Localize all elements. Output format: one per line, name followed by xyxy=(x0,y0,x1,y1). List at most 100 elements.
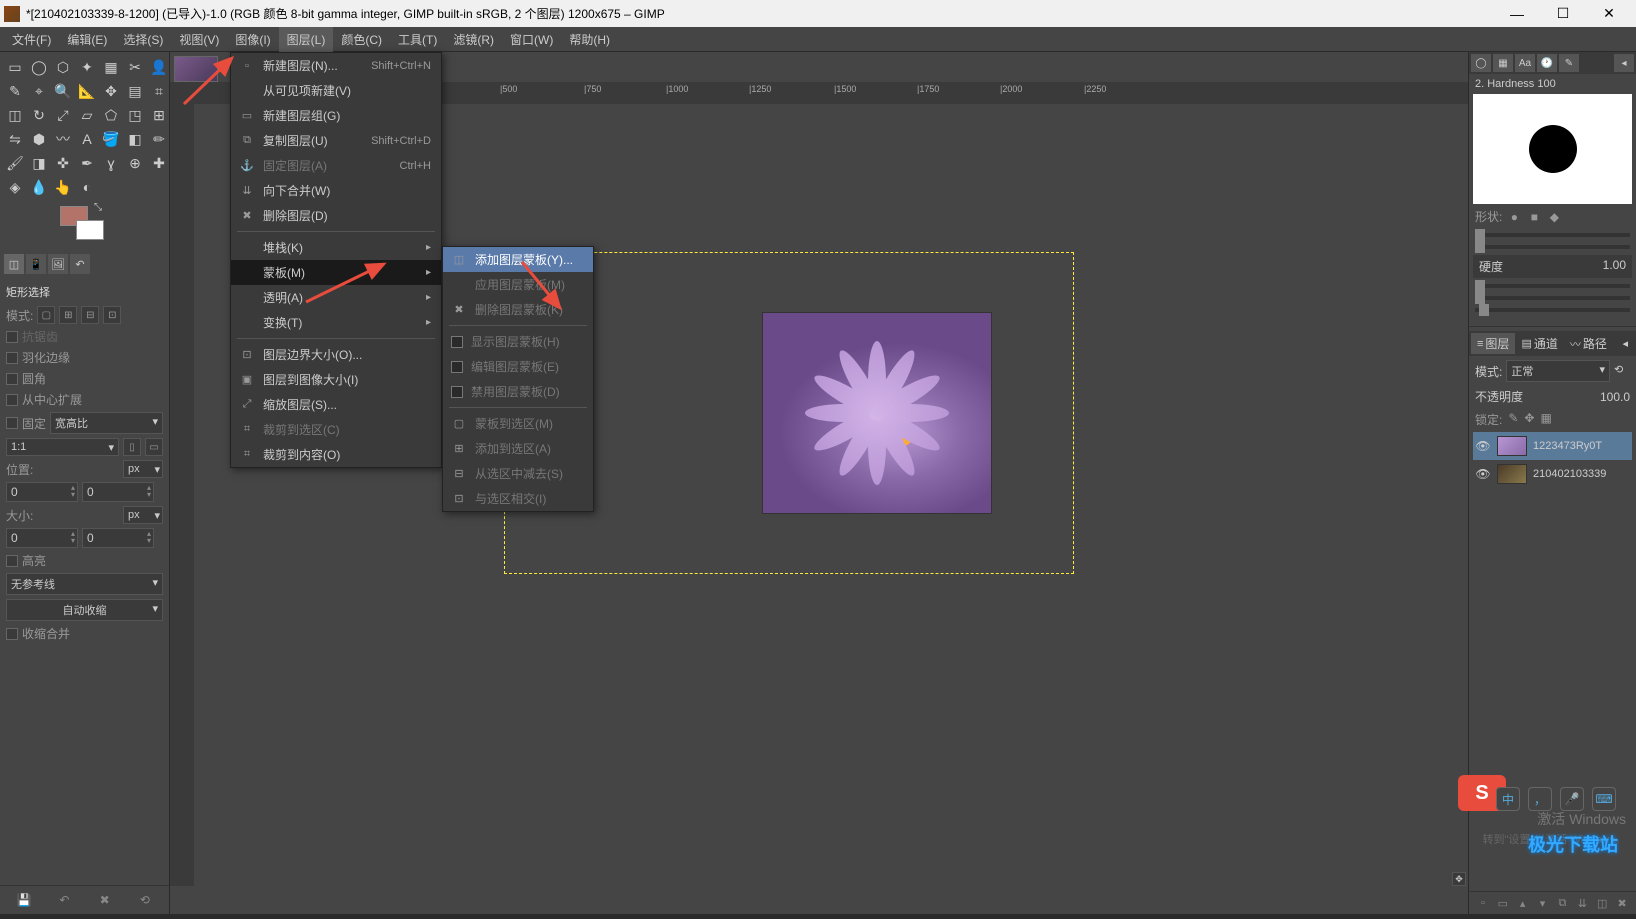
tool-foreground[interactable]: 👤 xyxy=(148,56,170,78)
dock-tab-channels[interactable]: ▤通道 xyxy=(1515,333,1563,354)
rp-tab-fonts[interactable]: Aa xyxy=(1515,54,1535,72)
menu-crop-content[interactable]: ⌗裁剪到内容(O) xyxy=(231,442,441,467)
tool-blur[interactable]: 💧 xyxy=(28,176,50,198)
tool-free-select[interactable]: ⬡ xyxy=(52,56,74,78)
tool-paintbrush[interactable]: 🖌 xyxy=(4,152,26,174)
swap-colors-icon[interactable]: ⤡ xyxy=(94,202,102,213)
ime-mic-icon[interactable]: 🎤 xyxy=(1560,787,1584,811)
radius-slider[interactable] xyxy=(1469,229,1636,241)
menu-windows[interactable]: 窗口(W) xyxy=(502,27,561,52)
tool-move[interactable]: ✥ xyxy=(100,80,122,102)
submenu-add-mask[interactable]: ◫添加图层蒙板(Y)... xyxy=(443,247,593,272)
menu-scale[interactable]: ⤢缩放图层(S)... xyxy=(231,392,441,417)
tool-ellipse-select[interactable]: ◯ xyxy=(28,56,50,78)
tool-rect-select[interactable]: ▭ xyxy=(4,56,26,78)
position-unit[interactable]: px xyxy=(123,460,163,478)
ime-ch-icon[interactable]: 中 xyxy=(1496,787,1520,811)
size-h[interactable]: 0▴▾ xyxy=(82,528,154,548)
tool-heal[interactable]: ✚ xyxy=(148,152,170,174)
orient-portrait[interactable]: ▯ xyxy=(123,438,141,456)
rounded-check[interactable] xyxy=(6,373,18,385)
pos-x[interactable]: 0▴▾ xyxy=(6,482,78,502)
layer-name[interactable]: 210402103339 xyxy=(1533,468,1630,480)
merge-layer-icon[interactable]: ⇊ xyxy=(1575,896,1589,910)
tool-mypaint[interactable]: ɣ xyxy=(100,152,122,174)
tool-3d[interactable]: ◳ xyxy=(124,104,146,126)
options-tab-image[interactable]: 🖼 xyxy=(48,254,68,274)
tool-dodge[interactable]: ◐ xyxy=(76,176,98,198)
ratio-input[interactable]: 1:1 xyxy=(6,438,119,456)
options-tab-device[interactable]: 📱 xyxy=(26,254,46,274)
menu-to-image[interactable]: ▣图层到图像大小(I) xyxy=(231,367,441,392)
tool-pencil[interactable]: ✏ xyxy=(148,128,170,150)
new-layer-icon[interactable]: ▫ xyxy=(1476,896,1490,910)
visibility-icon[interactable]: 👁 xyxy=(1475,438,1491,454)
tool-clone[interactable]: ⊕ xyxy=(124,152,146,174)
tool-eraser[interactable]: ◨ xyxy=(28,152,50,174)
guides-select[interactable]: 无参考线 xyxy=(6,573,163,595)
image-tab[interactable] xyxy=(174,56,218,82)
menu-boundary[interactable]: ⊡图层边界大小(O)... xyxy=(231,342,441,367)
menu-merge-down[interactable]: ⇊向下合并(W) xyxy=(231,178,441,203)
rp-tab-editor[interactable]: ✎ xyxy=(1559,54,1579,72)
mode-replace[interactable]: ▢ xyxy=(37,306,55,324)
dock-tab-paths[interactable]: 〰路径 xyxy=(1564,333,1613,354)
aspect-slider[interactable] xyxy=(1469,280,1636,292)
brush-preview[interactable] xyxy=(1473,94,1632,204)
tool-text[interactable]: A xyxy=(76,128,98,150)
layer-item-2[interactable]: 👁 210402103339 xyxy=(1473,460,1632,488)
rp-tab-patterns[interactable]: ▦ xyxy=(1493,54,1513,72)
menu-tools[interactable]: 工具(T) xyxy=(390,27,445,52)
angle-slider[interactable] xyxy=(1469,292,1636,304)
menu-image[interactable]: 图像(I) xyxy=(227,27,278,52)
shape-diamond[interactable]: ◆ xyxy=(1546,209,1562,225)
reset-options-icon[interactable]: ⟲ xyxy=(137,892,153,908)
tool-crop[interactable]: ⌗ xyxy=(148,80,170,102)
rp-tab-brushes[interactable]: ◯ xyxy=(1471,54,1491,72)
menu-file[interactable]: 文件(F) xyxy=(4,27,59,52)
feather-check[interactable] xyxy=(6,352,18,364)
tool-by-color[interactable]: ▦ xyxy=(100,56,122,78)
tool-perspective-clone[interactable]: ◈ xyxy=(4,176,26,198)
lower-layer-icon[interactable]: ▾ xyxy=(1536,896,1550,910)
delete-layer-icon[interactable]: ✖ xyxy=(1615,896,1629,910)
maximize-button[interactable]: ☐ xyxy=(1540,0,1586,27)
tool-shear[interactable]: ▱ xyxy=(76,104,98,126)
tool-scissors[interactable]: ✂ xyxy=(124,56,146,78)
menu-delete[interactable]: ✖删除图层(D) xyxy=(231,203,441,228)
menu-stack[interactable]: 堆栈(K)▸ xyxy=(231,235,441,260)
shape-circle[interactable]: ● xyxy=(1506,209,1522,225)
spikes-slider[interactable] xyxy=(1469,241,1636,253)
lock-pixels-icon[interactable]: ✎ xyxy=(1508,411,1518,428)
tool-color-picker[interactable]: ⌖ xyxy=(28,80,50,102)
minimize-button[interactable]: — xyxy=(1494,0,1540,27)
spacing-slider[interactable] xyxy=(1469,304,1636,316)
menu-view[interactable]: 视图(V) xyxy=(171,27,227,52)
menu-new-from-visible[interactable]: 从可见项新建(V) xyxy=(231,78,441,103)
menu-filters[interactable]: 滤镜(R) xyxy=(445,27,502,52)
tool-airbrush[interactable]: ✜ xyxy=(52,152,74,174)
menu-mask[interactable]: 蒙板(M)▸ xyxy=(231,260,441,285)
layer-name[interactable]: 1223473Ry0T xyxy=(1533,440,1630,452)
tool-align[interactable]: ▤ xyxy=(124,80,146,102)
lock-alpha-icon[interactable]: ▦ xyxy=(1540,411,1551,428)
tool-flip[interactable]: ⇋ xyxy=(4,128,26,150)
shrink-merged-check[interactable] xyxy=(6,628,18,640)
tool-zoom[interactable]: 🔍 xyxy=(52,80,74,102)
duplicate-layer-icon[interactable]: ⧉ xyxy=(1555,896,1569,910)
mode-add[interactable]: ⊞ xyxy=(59,306,77,324)
menu-select[interactable]: 选择(S) xyxy=(115,27,171,52)
tool-paths[interactable]: ✎ xyxy=(4,80,26,102)
new-group-icon[interactable]: ▭ xyxy=(1496,896,1510,910)
mask-layer-icon[interactable]: ◫ xyxy=(1595,896,1609,910)
expand-check[interactable] xyxy=(6,394,18,406)
save-options-icon[interactable]: 💾 xyxy=(16,892,32,908)
raise-layer-icon[interactable]: ▴ xyxy=(1516,896,1530,910)
tool-handle[interactable]: ⊞ xyxy=(148,104,170,126)
tool-unified-transform[interactable]: ◫ xyxy=(4,104,26,126)
menu-duplicate[interactable]: ⧉复制图层(U)Shift+Ctrl+D xyxy=(231,128,441,153)
orient-landscape[interactable]: ▭ xyxy=(145,438,163,456)
fixed-select[interactable]: 宽高比 xyxy=(50,412,163,434)
ime-punct-icon[interactable]: ， xyxy=(1528,787,1552,811)
hardness-box[interactable]: 硬度1.00 xyxy=(1473,255,1632,278)
